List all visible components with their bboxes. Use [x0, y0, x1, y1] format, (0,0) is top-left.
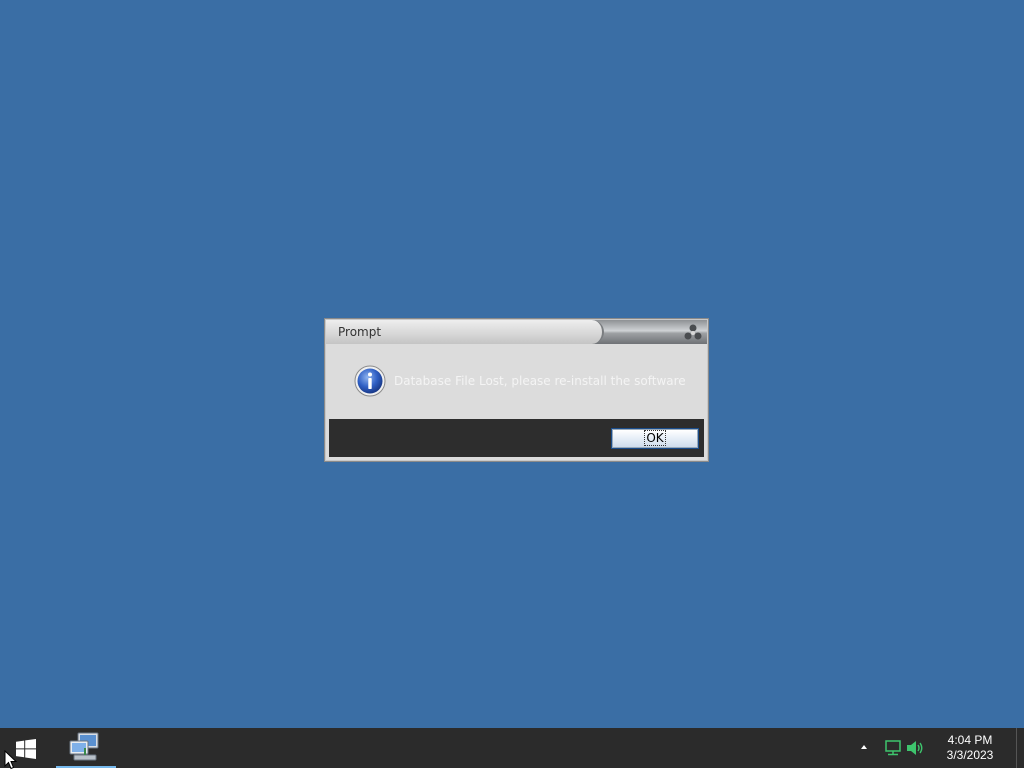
info-icon — [354, 365, 386, 397]
clock-date: 3/3/2023 — [946, 748, 994, 762]
dialog-title: Prompt — [338, 325, 382, 339]
app-logo-icon — [684, 324, 702, 340]
ok-button-label: OK — [644, 430, 666, 446]
tray-overflow-arrow-icon[interactable] — [858, 741, 870, 753]
prompt-dialog: Prompt Database File Lost, please re-ins… — [324, 318, 709, 462]
dialog-titlebar[interactable]: Prompt — [326, 320, 707, 344]
network-icon[interactable] — [884, 740, 902, 756]
show-desktop-button[interactable] — [1016, 728, 1024, 768]
dialog-content: Database File Lost, please re-install th… — [329, 345, 704, 419]
windows-logo-icon — [16, 739, 36, 759]
dialog-message: Database File Lost, please re-install th… — [394, 374, 686, 388]
mouse-cursor-icon — [4, 750, 18, 770]
taskbar-app-button[interactable] — [56, 728, 116, 768]
taskbar: 4:04 PM 3/3/2023 — [0, 728, 1024, 768]
dialog-footer: OK — [329, 419, 704, 457]
taskbar-clock[interactable]: 4:04 PM 3/3/2023 — [930, 733, 1010, 763]
network-computer-icon — [69, 732, 99, 761]
volume-icon[interactable] — [906, 740, 924, 756]
clock-time: 4:04 PM — [947, 733, 993, 747]
desktop: Prompt Database File Lost, please re-ins… — [0, 0, 1024, 728]
dialog-title-tab: Prompt — [326, 320, 604, 344]
ok-button[interactable]: OK — [611, 428, 699, 449]
